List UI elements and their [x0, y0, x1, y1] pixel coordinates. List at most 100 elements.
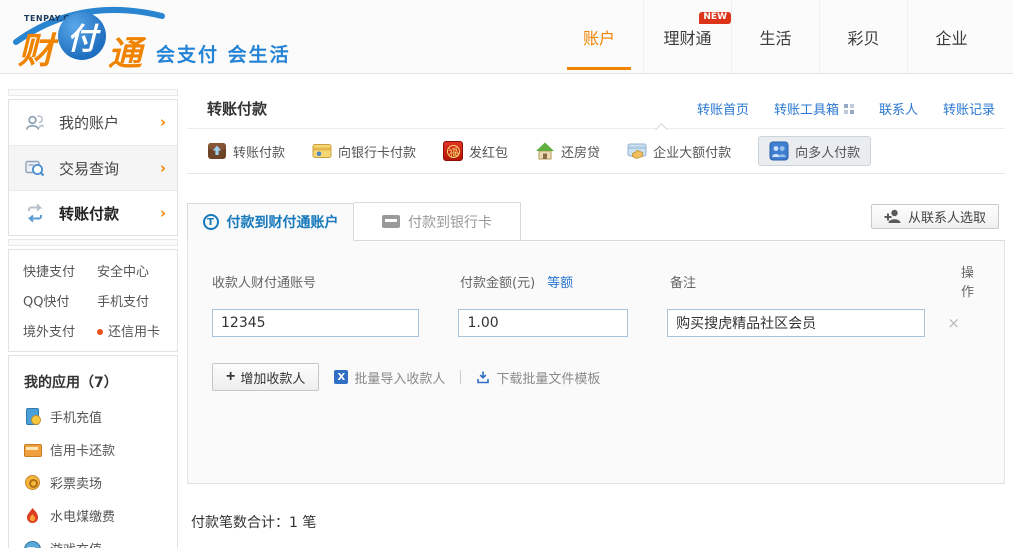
- download-template-label: 下载批量文件模板: [496, 368, 600, 387]
- vertical-divider: [460, 370, 461, 384]
- logo-tagline: 会支付 会生活: [156, 40, 291, 67]
- link-mobile-pay[interactable]: 手机支付: [97, 291, 171, 310]
- link-transfer-toolbox[interactable]: 转账工具箱: [774, 99, 854, 118]
- memo-input[interactable]: [667, 309, 925, 337]
- sidebar-item-transaction-query[interactable]: 交易查询 ›: [9, 145, 177, 190]
- form-labels-row: 收款人财付通账号 付款金额(元) 等额 备注 操作: [212, 262, 980, 300]
- transfer-header-links: 转账首页 转账工具箱 联系人 转账记录: [697, 99, 995, 118]
- new-badge: NEW: [699, 12, 731, 24]
- credit-card-icon: [24, 441, 41, 458]
- link-qq-quick-pay[interactable]: QQ快付: [23, 291, 97, 310]
- multi-person-pay-icon: [769, 141, 789, 161]
- wallet-transfer-icon: [207, 141, 227, 161]
- equal-amount-link[interactable]: 等额: [547, 276, 573, 291]
- tab-pay-to-tenpay-account[interactable]: T 付款到财付通账户: [187, 203, 354, 241]
- chevron-right-icon: ›: [160, 206, 166, 221]
- chevron-right-icon: ›: [160, 115, 166, 130]
- excel-icon: X: [334, 370, 348, 384]
- transfer-toolbar: 转账付款 向银行卡付款 福 发红包: [187, 129, 1005, 174]
- tenpay-circle-t-icon: T: [203, 214, 219, 230]
- tab-label: 付款到财付通账户: [227, 212, 339, 232]
- link-overseas-pay[interactable]: 境外支付: [23, 321, 97, 340]
- payment-count-summary: 付款笔数合计：1 笔: [191, 512, 1005, 532]
- orange-dot-icon: [97, 329, 103, 335]
- user-icon: [24, 112, 50, 134]
- transfer-arrows-icon: [24, 202, 50, 224]
- tenpay-logo[interactable]: TENPAY.COM 财 付 通 会支付 会生活: [8, 0, 298, 74]
- tool-send-red-packet[interactable]: 福 发红包: [443, 141, 508, 161]
- recipient-label: 收款人财付通账号: [212, 276, 316, 291]
- link-security-center[interactable]: 安全中心: [97, 261, 171, 280]
- action-column-label: 操作: [961, 266, 974, 300]
- page-content: 我的账户 › 交易查询 ›: [0, 74, 1013, 547]
- add-payee-label: 增加收款人: [240, 368, 305, 387]
- tool-label: 发红包: [469, 142, 508, 161]
- house-icon: [535, 141, 555, 161]
- plus-icon: +: [226, 369, 235, 385]
- amount-input[interactable]: [458, 309, 628, 337]
- app-item-game-topup[interactable]: 游戏充值: [9, 532, 177, 548]
- link-quick-pay[interactable]: 快捷支付: [23, 261, 97, 280]
- tool-transfer-payment[interactable]: 转账付款: [207, 141, 285, 161]
- link-transfer-home[interactable]: 转账首页: [697, 99, 749, 118]
- nav-tab-licaitong[interactable]: 理财通 NEW: [643, 0, 731, 73]
- nav-tab-caibei-label: 彩贝: [847, 25, 879, 49]
- nav-tab-caibei[interactable]: 彩贝: [819, 0, 907, 73]
- app-item-label: 手机充值: [50, 407, 102, 426]
- tool-label: 向多人付款: [795, 142, 860, 161]
- tool-pay-to-bank-card[interactable]: 向银行卡付款: [312, 141, 416, 161]
- app-item-utilities[interactable]: 水电煤缴费: [9, 499, 177, 532]
- sidebar-menu: 我的账户 › 交易查询 ›: [8, 99, 178, 236]
- main-titlebar: 转账付款 转账首页 转账工具箱 联系人 转账记录: [187, 89, 1005, 129]
- tool-label: 企业大额付款: [653, 142, 731, 161]
- batch-import-link[interactable]: X 批量导入收款人: [334, 368, 445, 387]
- sidebar-quick-links: 快捷支付 安全中心 QQ快付 手机支付 境外支付 还信用卡: [8, 249, 178, 352]
- tool-enterprise-large-payment[interactable]: 企业大额付款: [627, 141, 731, 161]
- app-item-lottery[interactable]: 彩票卖场: [9, 466, 177, 499]
- nav-tab-account[interactable]: 账户: [555, 0, 643, 73]
- top-nav: 账户 理财通 NEW 生活 彩贝 企业: [555, 0, 995, 73]
- toolbox-grid-icon: [844, 104, 854, 114]
- utilities-flame-icon: [24, 507, 41, 524]
- sidebar-item-label: 我的账户: [59, 112, 119, 133]
- sidebar-item-transfer-payment[interactable]: 转账付款 ›: [9, 190, 177, 235]
- link-transfer-records[interactable]: 转账记录: [943, 99, 995, 118]
- link-repay-credit-card[interactable]: 还信用卡: [97, 321, 171, 340]
- sidebar-item-my-account[interactable]: 我的账户 ›: [9, 100, 177, 145]
- app-item-label: 水电煤缴费: [50, 506, 115, 525]
- nav-tab-enterprise[interactable]: 企业: [907, 0, 995, 73]
- bank-card-gray-icon: [382, 215, 400, 228]
- bank-card-pay-icon: [312, 141, 332, 161]
- tool-label: 向银行卡付款: [338, 142, 416, 161]
- lottery-coin-icon: [24, 474, 41, 491]
- nav-tab-account-label: 账户: [583, 25, 615, 49]
- sidebar-my-apps: 我的应用（7） 手机充值 信用卡还款 彩票卖场 水电: [8, 355, 178, 548]
- nav-tab-licaitong-label: 理财通: [663, 25, 711, 49]
- main-panel: 转账付款 转账首页 转账工具箱 联系人 转账记录 转账付款: [187, 89, 1005, 547]
- sidebar-item-label: 转账付款: [59, 203, 119, 224]
- app-item-label: 信用卡还款: [50, 440, 115, 459]
- batch-import-label: 批量导入收款人: [354, 368, 445, 387]
- tab-pay-to-bank-card[interactable]: 付款到银行卡: [354, 202, 521, 240]
- nav-tab-life[interactable]: 生活: [731, 0, 819, 73]
- download-template-link[interactable]: 下载批量文件模板: [476, 368, 600, 387]
- tool-mortgage-repay[interactable]: 还房贷: [535, 141, 600, 161]
- app-item-mobile-topup[interactable]: 手机充值: [9, 400, 177, 433]
- app-item-credit-card-repay[interactable]: 信用卡还款: [9, 433, 177, 466]
- pick-from-contacts-button[interactable]: 从联系人选取: [871, 204, 999, 229]
- tool-label: 还房贷: [561, 142, 600, 161]
- amount-label: 付款金额(元): [460, 276, 535, 291]
- payment-tabs: T 付款到财付通账户 付款到银行卡 从联系人选取: [187, 202, 1005, 241]
- logo-char-cai: 财: [18, 22, 54, 74]
- delete-row-icon[interactable]: ×: [947, 314, 960, 332]
- top-header: TENPAY.COM 财 付 通 会支付 会生活 账户 理财通 NEW 生活 彩…: [0, 0, 1013, 74]
- game-recharge-icon: [24, 540, 41, 548]
- recipient-account-input[interactable]: [212, 309, 419, 337]
- tool-pay-to-multiple[interactable]: 向多人付款: [758, 136, 871, 166]
- sidebar: 我的账户 › 交易查询 ›: [8, 89, 178, 547]
- link-contacts[interactable]: 联系人: [879, 99, 918, 118]
- logo-char-tong: 通: [108, 26, 142, 75]
- add-payee-button[interactable]: + 增加收款人: [212, 363, 319, 391]
- add-contact-icon: [884, 209, 901, 224]
- memo-label: 备注: [670, 276, 696, 291]
